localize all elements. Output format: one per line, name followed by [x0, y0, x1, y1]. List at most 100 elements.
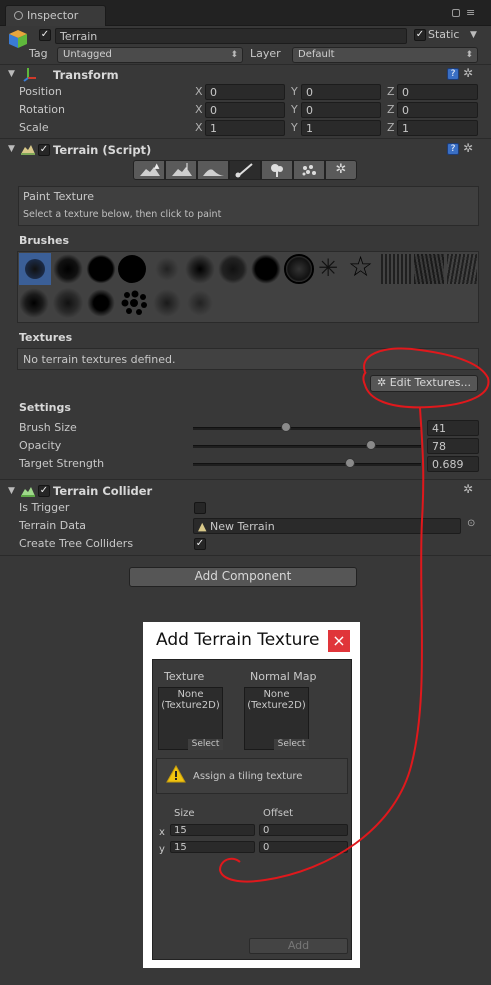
svg-text:▲: ▲ [154, 162, 160, 170]
inspector-tab[interactable]: Inspector [5, 5, 106, 26]
brush-grass-b[interactable] [414, 254, 444, 284]
tag-dropdown[interactable]: Untagged [57, 47, 243, 63]
add-button[interactable]: Add [249, 938, 348, 954]
brush-cloud[interactable] [251, 254, 281, 284]
brush-grass-c[interactable] [447, 254, 477, 284]
normal-map-slot-text: None (Texture2D) [247, 689, 306, 711]
layer-dropdown[interactable]: Default [292, 47, 478, 63]
help-icon[interactable]: ? [447, 143, 459, 155]
terrain-collider-enabled-checkbox[interactable]: ✓ [38, 485, 50, 497]
tab-menu-icon[interactable]: ≡ [466, 6, 475, 19]
y-axis-label: Y [291, 85, 298, 98]
rotation-y-field[interactable]: 0 [301, 102, 381, 118]
terrain-collider-icon [21, 487, 35, 497]
opacity-slider[interactable] [193, 445, 421, 448]
gear-icon[interactable]: ✲ [463, 482, 473, 496]
brush-speckle-a[interactable] [152, 288, 182, 318]
edit-textures-button[interactable]: ✲ Edit Textures... [370, 375, 478, 392]
rotation-z-field[interactable]: 0 [397, 102, 478, 118]
brush-size-label: Brush Size [19, 421, 77, 434]
brush-star[interactable]: ☆ [348, 252, 373, 282]
terrain-settings-tool[interactable]: ✲ [325, 160, 357, 180]
transform-axis-icon [23, 68, 36, 82]
scale-x-field[interactable]: 1 [205, 120, 285, 136]
brush-splash[interactable] [86, 288, 116, 318]
position-x-field[interactable]: 0 [205, 84, 285, 100]
object-name-field[interactable]: Terrain [55, 28, 407, 44]
lock-icon[interactable] [452, 9, 460, 17]
static-checkbox[interactable]: ✓ [414, 29, 426, 41]
help-icon[interactable]: ? [447, 68, 459, 80]
brush-ring[interactable] [284, 254, 314, 284]
layer-label: Layer [250, 47, 281, 60]
target-strength-slider-thumb[interactable] [345, 458, 355, 468]
smooth-height-tool[interactable] [197, 160, 229, 180]
target-strength-slider[interactable] [193, 463, 421, 466]
raise-lower-terrain-tool[interactable]: ▲ [133, 160, 165, 180]
size-y-field[interactable]: 15 [170, 841, 255, 853]
position-y-field[interactable]: 0 [301, 84, 381, 100]
offset-y-field[interactable]: 0 [259, 841, 348, 853]
raise-lower-terrain-icon: ▲ [140, 162, 160, 176]
divider [0, 138, 491, 139]
size-x-field[interactable]: 15 [170, 824, 255, 836]
settings-label: Settings [19, 401, 71, 414]
gear-icon[interactable]: ✲ [463, 141, 473, 155]
dialog-close-button[interactable]: × [328, 630, 350, 652]
place-trees-tool[interactable] [261, 160, 293, 180]
paint-height-tool[interactable] [165, 160, 197, 180]
tag-label: Tag [29, 47, 48, 60]
is-trigger-checkbox[interactable] [194, 502, 206, 514]
offset-x-field[interactable]: 0 [259, 824, 348, 836]
opacity-slider-thumb[interactable] [366, 440, 376, 450]
paint-texture-tool[interactable] [229, 160, 261, 180]
terrain-script-enabled-checkbox[interactable]: ✓ [38, 144, 50, 156]
create-tree-colliders-checkbox[interactable]: ✓ [194, 538, 206, 550]
inspector-icon [14, 11, 23, 20]
normal-map-select-button[interactable]: Select [274, 739, 309, 750]
opacity-label: Opacity [19, 439, 62, 452]
brush-scatter-b[interactable] [53, 288, 83, 318]
brush-dots[interactable] [119, 289, 151, 317]
rotation-x-field[interactable]: 0 [205, 102, 285, 118]
foldout-arrow-icon[interactable]: ▼ [8, 69, 15, 79]
object-picker-icon[interactable]: ⊙ [467, 518, 475, 529]
dialog-title: Add Terrain Texture [156, 630, 320, 650]
add-component-button[interactable]: Add Component [129, 567, 357, 587]
terrain-data-icon: ▲ [198, 520, 207, 533]
position-z-field[interactable]: 0 [397, 84, 478, 100]
brush-selected[interactable] [19, 253, 51, 285]
brush-size-slider-thumb[interactable] [281, 422, 291, 432]
brush-rough[interactable] [218, 254, 248, 284]
scale-y-field[interactable]: 1 [301, 120, 381, 136]
foldout-arrow-icon[interactable]: ▼ [8, 144, 15, 154]
brush-size-field[interactable]: 41 [427, 420, 479, 436]
brush-splatter[interactable] [152, 254, 182, 284]
brush-grass-a[interactable] [381, 254, 411, 284]
scale-label: Scale [19, 121, 49, 134]
target-strength-field[interactable]: 0.689 [427, 456, 479, 472]
opacity-field[interactable]: 78 [427, 438, 479, 454]
brush-size-slider[interactable] [193, 427, 421, 430]
brush-speckle-b[interactable] [185, 288, 215, 318]
z-axis-label: Z [387, 121, 395, 134]
divider [0, 479, 491, 480]
terrain-data-field[interactable]: ▲ New Terrain [193, 518, 461, 534]
foldout-arrow-icon[interactable]: ▼ [8, 486, 15, 496]
gear-icon[interactable]: ✲ [463, 66, 473, 80]
brush-starburst[interactable]: ✳ [318, 256, 338, 280]
brush-soft[interactable] [53, 254, 83, 284]
warning-icon [166, 765, 186, 783]
brush-hard[interactable] [118, 255, 146, 283]
brush-medium[interactable] [86, 254, 116, 284]
brush-noise[interactable] [185, 254, 215, 284]
object-active-checkbox[interactable]: ✓ [39, 29, 51, 41]
brush-scatter-a[interactable] [19, 288, 49, 318]
scale-z-field[interactable]: 1 [397, 120, 478, 136]
texture-select-button[interactable]: Select [188, 739, 223, 750]
static-dropdown-icon[interactable]: ▼ [470, 30, 477, 40]
smooth-height-icon [203, 169, 224, 176]
gameobject-cube-icon [9, 30, 27, 48]
paint-details-tool[interactable] [293, 160, 325, 180]
gear-icon: ✲ [376, 376, 387, 389]
